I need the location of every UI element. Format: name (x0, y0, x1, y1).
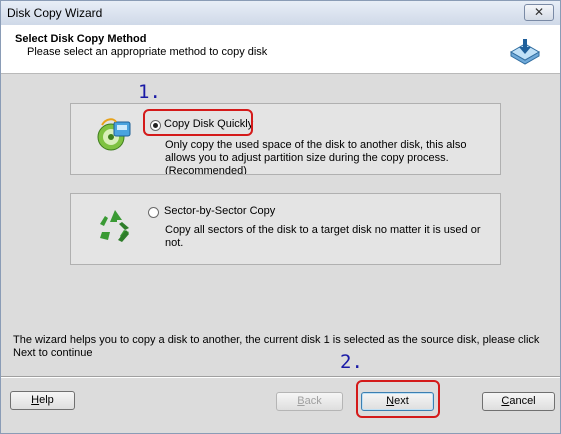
next-button-accesskey: N (386, 395, 395, 407)
step-1-marker: 1. (138, 81, 161, 103)
copy-quickly-description: Only copy the used space of the disk to … (165, 139, 467, 174)
back-button-label: ack (304, 395, 322, 407)
option-box-copy-quickly: Copy Disk Quickly Only copy the used spa… (70, 103, 501, 175)
sector-copy-description: Copy all sectors of the disk to a target… (165, 224, 481, 249)
sector-copy-label[interactable]: Sector-by-Sector Copy (164, 205, 275, 217)
title-bar: Disk Copy Wizard ✕ (1, 1, 560, 26)
wizard-header: Select Disk Copy Method Please select an… (1, 25, 560, 74)
back-button[interactable]: Back (276, 392, 343, 411)
close-button[interactable]: ✕ (524, 4, 554, 21)
step-1-highlight (143, 109, 253, 136)
page-title: Select Disk Copy Method (15, 33, 147, 45)
help-button-accesskey: H (31, 394, 40, 406)
step-2-marker: 2. (340, 351, 363, 373)
close-icon: ✕ (533, 5, 545, 19)
window-title: Disk Copy Wizard (7, 6, 103, 20)
recycle-icon (100, 210, 129, 242)
back-button-accesskey: B (297, 395, 305, 407)
cancel-button-label: ancel (509, 395, 536, 407)
cancel-button[interactable]: Cancel (482, 392, 555, 411)
disk-copy-icon (509, 39, 541, 65)
next-button[interactable]: Next (361, 392, 434, 411)
wizard-window: Disk Copy Wizard ✕ Select Disk Copy Meth… (0, 0, 561, 434)
help-button-label: elp (39, 394, 54, 406)
option-box-sector-copy: Sector-by-Sector Copy Copy all sectors o… (70, 193, 501, 265)
disk-copy-quick-icon (97, 118, 131, 151)
help-button[interactable]: Help (10, 391, 75, 410)
page-subtitle: Please select an appropriate method to c… (27, 46, 268, 58)
info-text: The wizard helps you to copy a disk to a… (13, 334, 540, 359)
next-button-label: ext (394, 395, 409, 407)
sector-copy-radio[interactable] (148, 207, 159, 218)
